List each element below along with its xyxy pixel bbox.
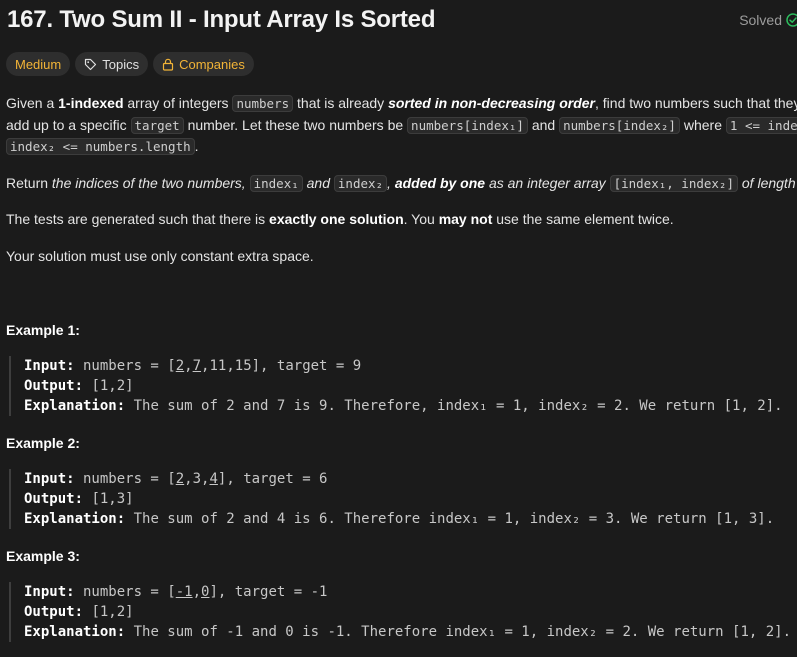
text: and [527,116,560,133]
inline-code: target [130,116,184,134]
statement-paragraph-3: The tests are generated such that there … [6,209,797,231]
output-value: [1,3] [83,491,134,507]
input-text: ,11,15], target = 9 [201,358,362,374]
text: where [679,116,726,133]
example-1-block: Input: numbers = [2,7,11,15], target = 9… [9,356,783,416]
input-text: numbers = [ [74,584,176,600]
example-1-explanation: Explanation: The sum of 2 and 7 is 9. Th… [24,396,783,416]
input-label: Input: [24,584,75,600]
input-label: Input: [24,358,75,374]
lock-icon [162,58,174,71]
check-circle-icon [786,13,797,27]
text: number. Let these two numbers be [183,116,408,133]
statement-paragraph-1: Given a 1-indexed array of integers numb… [6,93,797,115]
explanation-label: Explanation: [24,511,126,527]
output-label: Output: [24,491,84,507]
tag-pills: Medium Topics Companies [6,52,254,76]
example-2-block: Input: numbers = [2,3,4], target = 6 Out… [9,469,774,529]
example-1-output: Output: [1,2] [24,376,783,396]
highlighted-value: 2 [175,358,185,374]
example-2-input: Input: numbers = [2,3,4], target = 6 [24,469,774,489]
highlighted-value: -1 [175,584,193,600]
difficulty-label: Medium [15,56,62,72]
inline-code: index₂ <= numbers.length [6,138,195,155]
input-text: numbers = [ [74,358,176,374]
problem-statement: Given a 1-indexed array of integers numb… [6,93,797,267]
topics-label: Topics [102,56,140,72]
input-label: Input: [24,471,75,487]
bold-italic-text: added by one [394,174,486,191]
example-1-input: Input: numbers = [2,7,11,15], target = 9 [24,356,783,376]
text: Return [6,174,52,191]
input-text: , [184,358,193,374]
text: use the same element twice. [492,211,674,227]
output-value: [1,2] [83,604,134,620]
text: . [194,138,199,154]
explanation-label: Explanation: [24,624,126,640]
italic-text: the indices of the two numbers, [51,174,250,191]
problem-title[interactable]: 167. Two Sum II - Input Array Is Sorted [7,6,435,34]
explanation-text: The sum of -1 and 0 is -1. Therefore ind… [125,624,792,640]
inline-code: index₁ [249,174,303,192]
example-2-explanation: Explanation: The sum of 2 and 4 is 6. Th… [24,509,774,529]
statement-paragraph-1-end: index₂ <= numbers.length. [6,136,797,158]
italic-text: and [302,174,334,191]
difficulty-badge: Medium [6,52,71,76]
bold-text: exactly one solution [269,211,404,227]
bold-italic-text: sorted in non-decreasing order [388,95,595,111]
text: add up to a specific [6,116,131,133]
text: that is already [293,95,389,111]
input-text: numbers = [ [74,471,176,487]
input-text: , [192,584,202,600]
inline-code: numbers[index₂] [559,116,680,134]
companies-label: Companies [179,56,245,72]
example-3-block: Input: numbers = [-1,0], target = -1 Out… [9,582,791,642]
italic-text: as an integer array [485,174,610,191]
text: The tests are generated such that there … [6,211,270,227]
text: array of integers [123,95,233,111]
input-text: ], target = 6 [217,471,328,487]
problem-description-panel: 167. Two Sum II - Input Array Is Sorted … [0,0,797,657]
example-3-input: Input: numbers = [-1,0], target = -1 [24,582,791,602]
output-label: Output: [24,378,84,394]
text: . You [403,211,439,227]
statement-paragraph-1-cont: add up to a specific target number. Let … [6,115,797,137]
explanation-label: Explanation: [24,398,126,414]
highlighted-value: 7 [192,358,202,374]
input-text: ], target = -1 [209,584,328,600]
bold-text: 1-indexed [58,95,124,111]
highlighted-value: 2 [175,471,185,487]
output-label: Output: [24,604,84,620]
example-3-output: Output: [1,2] [24,602,791,622]
example-2-output: Output: [1,3] [24,489,774,509]
input-text: ,3, [184,471,210,487]
explanation-text: The sum of 2 and 7 is 9. Therefore, inde… [125,398,783,414]
italic-text: of length 2. [741,174,797,191]
text: Given a [6,95,59,111]
explanation-text: The sum of 2 and 4 is 6. Therefore index… [125,511,775,527]
inline-code: 1 <= index₁ < [725,116,797,134]
solved-label: Solved [739,12,782,28]
statement-paragraph-4: Your solution must use only constant ext… [6,247,314,264]
statement-paragraph-2: Return the indices of the two numbers, i… [6,173,797,195]
example-2-heading: Example 2: [6,435,80,451]
companies-button[interactable]: Companies [153,52,254,76]
bold-text: may not [438,211,493,227]
inline-code: [index₁, index₂] [609,174,738,192]
italic-text: , [387,174,395,191]
example-3-heading: Example 3: [6,548,80,564]
topics-button[interactable]: Topics [75,52,149,76]
inline-code: index₂ [333,174,388,192]
solved-status: Solved [739,12,797,28]
text: , find two numbers such that they [595,95,797,111]
output-value: [1,2] [83,378,134,394]
example-3-explanation: Explanation: The sum of -1 and 0 is -1. … [24,622,791,642]
example-1-heading: Example 1: [6,322,80,338]
inline-code: numbers [232,95,294,112]
highlighted-value: 4 [209,471,218,487]
inline-code: numbers[index₁] [407,116,528,134]
tag-icon [84,58,97,71]
